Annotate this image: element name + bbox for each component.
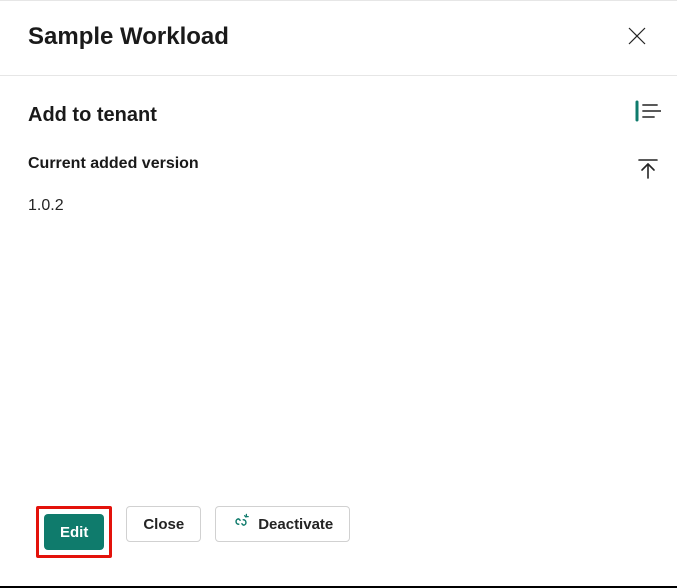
close-icon [628, 27, 646, 48]
close-button-label: Close [143, 516, 184, 533]
content-wrap: Add to tenant Current added version 1.0.… [0, 76, 677, 586]
section-title: Add to tenant [28, 104, 591, 127]
deactivate-button[interactable]: Deactivate [215, 506, 350, 542]
list-view-button[interactable] [630, 94, 666, 130]
list-icon [635, 100, 661, 125]
edit-highlight: Edit [36, 506, 112, 558]
deactivate-icon [232, 513, 250, 535]
collapse-top-icon [637, 158, 659, 183]
right-sidebar [619, 76, 677, 586]
page-title: Sample Workload [28, 23, 229, 51]
content: Add to tenant Current added version 1.0.… [0, 76, 619, 586]
edit-button[interactable]: Edit [44, 514, 104, 550]
footer: Edit Close Deactivate [28, 506, 591, 586]
panel-header: Sample Workload [0, 1, 677, 76]
edit-button-label: Edit [60, 524, 88, 541]
version-value: 1.0.2 [28, 197, 591, 215]
close-panel-button[interactable] [625, 25, 649, 49]
collapse-top-button[interactable] [630, 152, 666, 188]
close-button[interactable]: Close [126, 506, 201, 542]
version-label: Current added version [28, 155, 591, 173]
deactivate-button-label: Deactivate [258, 516, 333, 533]
